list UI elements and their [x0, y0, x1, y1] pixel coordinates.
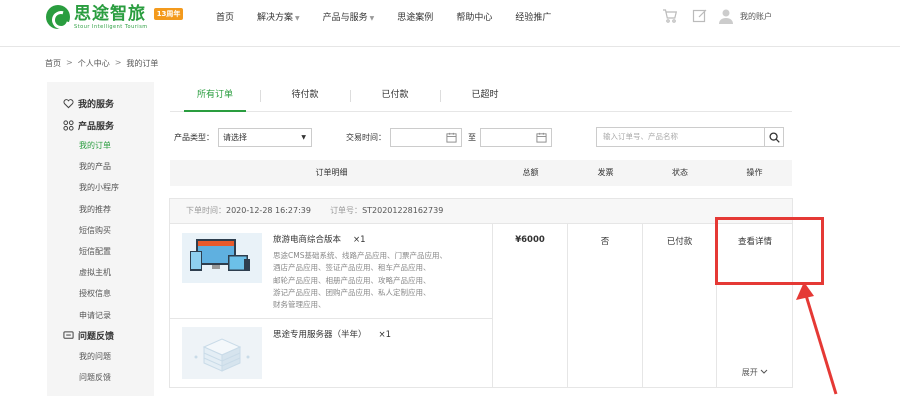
top-header: 思途智旅 Stour Intelligent Tourism 13周年 首页 解…: [0, 0, 900, 38]
sidebar-group-product-services[interactable]: 产品服务: [47, 115, 154, 135]
search-icon: [768, 131, 780, 143]
column-header-actions: 操作: [746, 168, 763, 177]
sidebar-item-sms-purchase[interactable]: 短信购买: [47, 220, 154, 241]
header-divider: [0, 46, 900, 47]
sidebar-item-applications[interactable]: 申请记录: [47, 305, 154, 326]
sidebar-item-referral[interactable]: 我的推荐: [47, 199, 154, 220]
product-type-select[interactable]: 请选择 ▼: [218, 128, 312, 147]
order-search-input[interactable]: 输入订单号、产品名称: [596, 127, 766, 147]
logo-title: 思途智旅: [74, 3, 146, 24]
select-arrow-icon: ▼: [301, 134, 306, 141]
sidebar-item-virtual-host[interactable]: 虚拟主机: [47, 262, 154, 283]
sidebar-group-feedback[interactable]: 问题反馈: [47, 326, 154, 346]
heart-icon: [63, 98, 74, 108]
logo-subtitle: Stour Intelligent Tourism: [74, 23, 148, 30]
nav-item-cases[interactable]: 思途案例: [397, 10, 433, 23]
edit-icon[interactable]: [692, 8, 708, 24]
account-label: 我的账户: [740, 11, 772, 21]
order-card: 下单时间：2020-12-28 16:27:39 订单号：ST202012281…: [169, 198, 793, 388]
sidebar-group-my-services[interactable]: 我的服务: [47, 93, 154, 113]
breadcrumb-home[interactable]: 首页: [45, 58, 61, 69]
sidebar-item-mini-program[interactable]: 我的小程序: [47, 177, 154, 198]
product-thumbnail: [182, 233, 262, 283]
product-quantity: ×1: [378, 330, 392, 340]
tab-paid[interactable]: 已付款: [350, 80, 440, 111]
calendar-icon: [446, 132, 457, 143]
grid-icon: [63, 119, 74, 131]
product-type-label: 产品类型：: [174, 133, 214, 142]
sidebar-item-sms-config[interactable]: 短信配置: [47, 241, 154, 262]
order-number: ST20201228162739: [362, 206, 444, 215]
product-description: 思途CMS基础系统、线路产品应用、门票产品应用、 酒店产品应用、签证产品应用、租…: [273, 251, 447, 310]
chevron-down-icon: [760, 369, 768, 374]
filter-bar: 产品类型： 请选择 ▼ 交易时间： 至: [174, 128, 552, 147]
order-time: 2020-12-28 16:27:39: [226, 206, 311, 215]
order-meta: 下单时间：2020-12-28 16:27:39 订单号：ST202012281…: [170, 199, 792, 224]
sidebar: 我的服务 产品服务 我的订单 我的产品 我的小程序 我的推荐 短信购买 短信配置…: [47, 82, 154, 396]
nav-item-help[interactable]: 帮助中心: [456, 10, 492, 23]
chevron-down-icon: ▼: [295, 15, 300, 22]
search-button[interactable]: [764, 127, 784, 147]
tab-expired[interactable]: 已超时: [440, 80, 530, 111]
breadcrumb: 首页 > 个人中心 > 我的订单: [45, 58, 158, 69]
highlight-box: [715, 217, 824, 285]
sidebar-item-my-questions[interactable]: 我的问题: [47, 346, 154, 367]
cart-icon[interactable]: [662, 8, 678, 24]
order-invoice: 否: [568, 224, 643, 387]
product-name: 思途专用服务器（半年） ×1: [273, 330, 392, 340]
breadcrumb-user-center[interactable]: 个人中心: [78, 58, 110, 69]
tab-all-orders[interactable]: 所有订单: [170, 80, 260, 112]
order-total: ¥6000: [493, 224, 568, 387]
column-header-total: 总额: [522, 168, 539, 177]
sidebar-item-license[interactable]: 授权信息: [47, 283, 154, 304]
sidebar-item-my-products[interactable]: 我的产品: [47, 156, 154, 177]
order-product-item: 旅游电商综合版本 ×1 思途CMS基础系统、线路产品应用、门票产品应用、 酒店产品…: [170, 224, 493, 319]
column-header-status: 状态: [672, 168, 688, 177]
start-date-input[interactable]: [390, 128, 462, 147]
nav-item-home[interactable]: 首页: [216, 10, 234, 23]
date-range-separator: 至: [468, 133, 476, 142]
breadcrumb-separator: >: [66, 58, 73, 67]
order-product-item: 思途专用服务器（半年） ×1: [170, 319, 493, 387]
message-icon: [63, 331, 74, 339]
column-header-details: 订单明细: [315, 168, 348, 177]
breadcrumb-current: 我的订单: [126, 59, 159, 68]
expand-button[interactable]: 展开: [717, 367, 793, 378]
nav-item-promotion[interactable]: 经验推广: [515, 10, 551, 23]
calendar-icon: [536, 132, 547, 143]
site-logo[interactable]: 思途智旅 Stour Intelligent Tourism 13周年: [46, 3, 184, 31]
end-date-input[interactable]: [480, 128, 552, 147]
anniversary-badge: 13周年: [153, 8, 184, 20]
sidebar-item-question-feedback[interactable]: 问题反馈: [47, 367, 154, 388]
chevron-down-icon: ▼: [369, 15, 375, 22]
product-name: 旅游电商综合版本 ×1: [273, 235, 366, 245]
nav-item-solutions[interactable]: 解决方案 ▼: [257, 10, 300, 23]
nav-item-products[interactable]: 产品与服务 ▼: [323, 10, 375, 23]
product-thumbnail: [182, 327, 262, 379]
account-menu[interactable]: 我的账户: [718, 8, 772, 24]
trade-time-label: 交易时间：: [346, 133, 386, 142]
tab-pending-payment[interactable]: 待付款: [260, 80, 350, 111]
breadcrumb-separator: >: [114, 58, 122, 67]
column-header-invoice: 发票: [597, 168, 614, 177]
order-tabs: 所有订单 待付款 已付款 已超时: [170, 80, 792, 112]
annotation-arrow-icon: [796, 282, 838, 395]
logo-mark-icon: [46, 5, 70, 29]
main-nav: 首页 解决方案 ▼ 产品与服务 ▼ 思途案例 帮助中心 经验推广: [216, 10, 574, 23]
user-icon: [719, 9, 733, 24]
sidebar-item-my-orders[interactable]: 我的订单: [47, 135, 154, 156]
order-status: 已付款: [643, 224, 717, 387]
product-quantity: ×1: [353, 235, 366, 245]
order-table-header: 订单明细 总额 发票 状态 操作: [170, 160, 792, 186]
